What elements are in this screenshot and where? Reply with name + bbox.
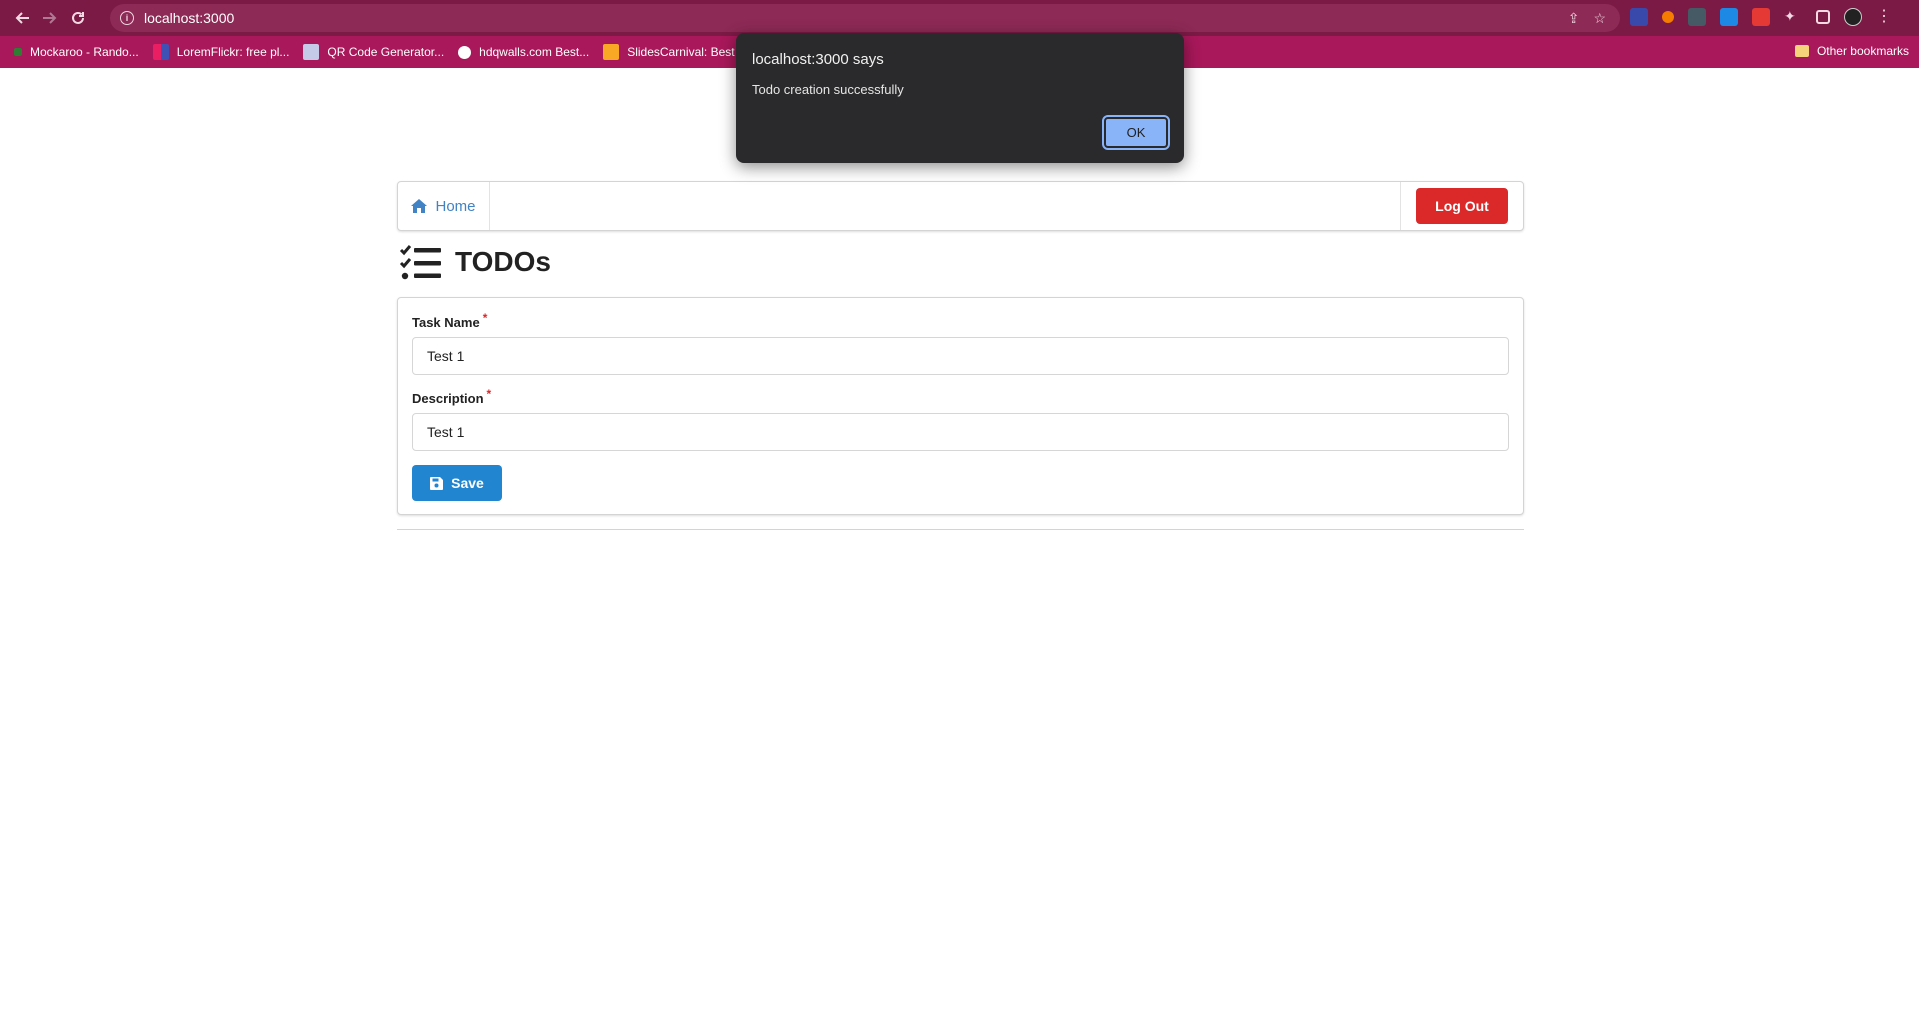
reload-icon[interactable] [64,4,92,32]
bookmark-item[interactable]: LoremFlickr: free pl... [152,44,290,60]
bookmark-label: QR Code Generator... [327,45,445,59]
save-button[interactable]: Save [412,465,502,501]
description-input[interactable] [412,413,1509,451]
floppy-disk-icon [430,476,444,490]
bookmark-favicon-icon [152,44,169,60]
alert-dialog: localhost:3000 says Todo creation succes… [736,33,1184,163]
back-arrow-icon[interactable] [8,4,36,32]
translate-extension-icon[interactable] [1720,8,1738,26]
other-bookmarks-label: Other bookmarks [1816,44,1909,58]
kebab-menu-icon[interactable]: ⋮ [1876,8,1894,26]
extension-icon[interactable] [1662,11,1674,23]
bookmark-item[interactable]: hdqwalls.com Best... [458,45,589,59]
ok-button[interactable]: OK [1102,115,1170,150]
bookmark-item[interactable]: QR Code Generator... [303,44,444,60]
bookmark-label: hdqwalls.com Best... [479,45,590,59]
bookmark-favicon-icon [14,48,22,56]
task-name-label: Task Name * [412,311,487,330]
section-divider [397,529,1524,531]
other-bookmarks[interactable]: Other bookmarks [1794,44,1909,58]
folder-icon [1794,45,1809,57]
bookmark-item[interactable]: Mockaroo - Rando... [14,45,139,59]
bookmark-label: Mockaroo - Rando... [30,45,139,59]
page-title: TODOs [455,246,551,277]
share-icon[interactable]: ⇪ [1568,10,1580,27]
task-name-input[interactable] [412,337,1509,375]
browser-toolbar: i localhost:3000 ⇪ ☆ ✦ ⋮ [0,0,1919,36]
bookmark-label: LoremFlickr: free pl... [176,45,290,59]
globe-icon [458,45,472,59]
bookmark-favicon-icon [303,44,320,60]
extension-icon[interactable] [1688,8,1706,26]
url-text: localhost:3000 [144,10,235,26]
home-link[interactable]: Home [398,182,490,230]
address-bar[interactable]: i localhost:3000 ⇪ ☆ [110,4,1620,32]
description-label-text: Description [412,391,484,406]
site-info-icon[interactable]: i [120,11,134,25]
dialog-title: localhost:3000 says [752,51,884,68]
page-header: TODOs [399,244,551,280]
tasks-list-icon [399,245,441,280]
bookmark-favicon-icon [603,44,620,60]
home-label: Home [435,197,476,215]
task-name-label-text: Task Name [412,315,480,330]
todo-form: Task Name* Description* Save [397,297,1524,515]
extension-icon[interactable] [1630,8,1648,26]
description-label: Description * [412,387,491,406]
bookmark-label: SlidesCarnival: Best [627,45,735,59]
extension-icon[interactable] [1752,8,1770,26]
bookmark-star-icon[interactable]: ☆ [1593,10,1606,27]
logout-button[interactable]: Log Out [1416,188,1508,224]
menu-divider [1400,182,1401,230]
puzzle-icon[interactable]: ✦ [1784,8,1802,26]
profile-avatar[interactable] [1844,8,1862,26]
save-label: Save [451,475,484,491]
side-panel-icon[interactable] [1816,10,1830,24]
extensions-area: ✦ ⋮ [1630,8,1894,26]
home-icon [411,199,428,213]
top-menu: Home Log Out [397,181,1524,231]
forward-arrow-icon[interactable] [36,4,64,32]
dialog-message: Todo creation successfully [752,82,904,97]
required-mark: * [486,387,492,401]
required-mark: * [482,311,488,325]
bookmark-item[interactable]: SlidesCarnival: Best [603,44,735,60]
